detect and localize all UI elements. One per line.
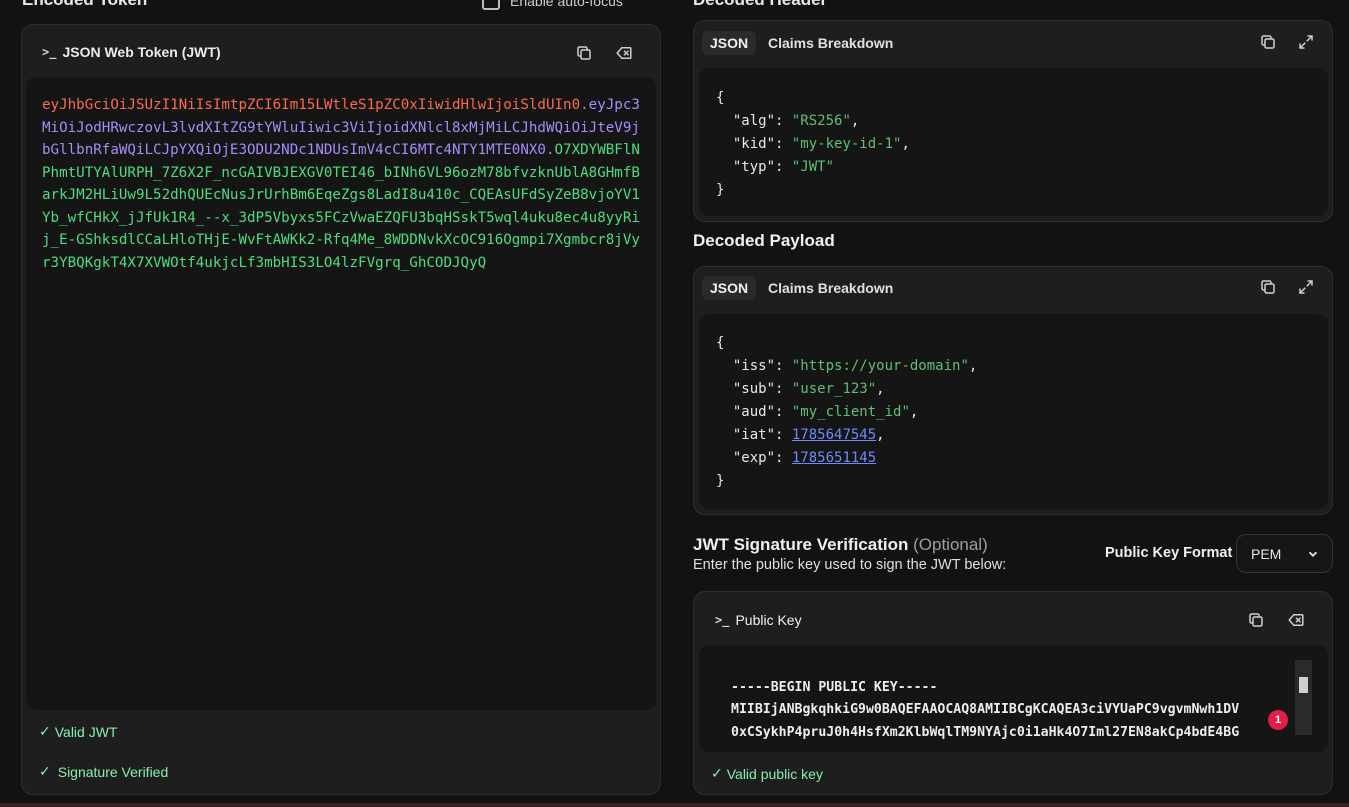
clear-token-button[interactable] — [613, 42, 635, 64]
verification-subtitle: Enter the public key used to sign the JW… — [693, 557, 1007, 573]
optional-label: (Optional) — [913, 535, 988, 554]
clear-icon — [1288, 614, 1304, 626]
copy-header-button[interactable] — [1257, 31, 1279, 53]
json-value: "JWT" — [791, 159, 835, 175]
json-key: "typ" — [732, 159, 776, 175]
json-key: "exp" — [732, 450, 776, 466]
valid-jwt-status: ✓ Valid JWT — [39, 723, 117, 740]
clear-public-key-button[interactable] — [1285, 609, 1307, 631]
pem-line-1: -----BEGIN PUBLIC KEY----- — [731, 680, 938, 695]
copy-icon — [1261, 280, 1275, 294]
signature-verified-status: ✓ Signature Verified — [39, 763, 168, 780]
decoded-payload-title: Decoded Payload — [693, 231, 835, 250]
json-value: "RS256" — [791, 113, 851, 129]
json-value: "https://your-domain" — [791, 358, 969, 374]
verification-title: JWT Signature Verification (Optional) — [693, 535, 988, 555]
pem-line-2: MIIBIjANBgkqhkiG9w0BAQEFAAOCAQ8AMIIBCgKC… — [731, 702, 1240, 717]
iat-timestamp-link[interactable]: 1785647545 — [792, 427, 876, 443]
copy-token-button[interactable] — [573, 42, 595, 64]
jwt-card-title: JSON Web Token (JWT) — [62, 44, 221, 60]
copy-payload-button[interactable] — [1257, 276, 1279, 298]
tab-json-header[interactable]: JSON — [702, 31, 757, 55]
brace: } — [716, 182, 725, 198]
brace: } — [716, 473, 725, 489]
notification-badge[interactable]: 1 — [1268, 710, 1288, 730]
json-key: "kid" — [732, 136, 776, 152]
public-key-format-select[interactable]: PEM — [1236, 534, 1333, 573]
copy-icon — [1249, 613, 1263, 627]
jwt-card-header: >_ JSON Web Token (JWT) — [42, 44, 221, 60]
auto-focus-label: Enable auto-focus — [510, 0, 623, 9]
token-text[interactable]: eyJhbGciOiJSUzI1NiIsImtpZCI6Im15LWtleS1p… — [42, 94, 640, 274]
signature-verified-label: Signature Verified — [57, 763, 169, 780]
decoded-header-title: Decoded Header — [693, 0, 827, 10]
encoded-token-title: Encoded Token — [22, 0, 147, 10]
header-json: { "alg": "RS256", "kid": "my-key-id-1", … — [716, 90, 910, 198]
expand-icon — [1299, 280, 1313, 294]
valid-jwt-label: Valid JWT — [54, 723, 118, 740]
expand-icon — [1299, 35, 1313, 49]
tab-claims-payload[interactable]: Claims Breakdown — [768, 280, 893, 296]
json-key: "iat" — [732, 427, 776, 443]
auto-focus-toggle[interactable]: Enable auto-focus — [482, 0, 623, 10]
public-key-card-title: Public Key — [735, 612, 802, 628]
scrollbar-thumb[interactable] — [1299, 677, 1308, 693]
token-separator: . — [545, 142, 555, 158]
token-signature-segment: O7XDYWBFlNPhmtUTYAlURPH_7Z6X2F_ncGAIVBJE… — [42, 142, 640, 271]
exp-timestamp-link[interactable]: 1785651145 — [792, 450, 876, 466]
json-key: "iss" — [732, 358, 776, 374]
public-key-scrollbar[interactable] — [1295, 660, 1312, 735]
check-icon: ✓ — [711, 765, 723, 781]
clear-icon — [616, 47, 632, 59]
pem-line-3: 0xCSykhP4pruJ0h4HsfXm2KlbWqlTM9NYAjc0i1a… — [731, 725, 1240, 740]
payload-json: { "iss": "https://your-domain", "sub": "… — [716, 335, 978, 489]
json-key: "alg" — [732, 113, 776, 129]
verification-title-text: JWT Signature Verification — [693, 535, 909, 554]
token-header-segment: eyJhbGciOiJSUzI1NiIsImtpZCI6Im15LWtleS1p… — [42, 97, 581, 113]
valid-public-key-status: ✓ Valid public key — [711, 765, 823, 782]
valid-public-key-label: Valid public key — [726, 765, 823, 782]
terminal-icon: >_ — [715, 613, 730, 627]
expand-header-button[interactable] — [1295, 31, 1317, 53]
terminal-icon: >_ — [42, 45, 57, 59]
copy-public-key-button[interactable] — [1245, 609, 1267, 631]
brace: { — [716, 90, 725, 106]
copy-icon — [577, 46, 591, 60]
token-separator: . — [580, 97, 589, 113]
json-value: "my-key-id-1" — [791, 136, 902, 152]
json-key: "sub" — [732, 381, 776, 397]
copy-icon — [1261, 35, 1275, 49]
checkbox-icon[interactable] — [482, 0, 500, 10]
public-key-card-header: >_ Public Key — [715, 612, 802, 628]
check-icon: ✓ — [39, 763, 51, 779]
expand-payload-button[interactable] — [1295, 276, 1317, 298]
json-value: "user_123" — [791, 381, 877, 397]
tab-json-payload[interactable]: JSON — [702, 276, 757, 300]
brace: { — [716, 335, 725, 351]
json-value: "my_client_id" — [791, 404, 910, 420]
chevron-down-icon — [1308, 551, 1318, 557]
tab-claims-header[interactable]: Claims Breakdown — [768, 35, 893, 51]
public-key-text-clip: -----BEGIN PUBLIC KEY----- MIIBIjANBgkqh… — [699, 645, 1289, 740]
public-key-format-label: Public Key Format — [1105, 545, 1233, 561]
check-icon: ✓ — [39, 723, 51, 739]
bottom-edge — [0, 803, 1349, 807]
json-key: "aud" — [732, 404, 776, 420]
format-select-value: PEM — [1251, 545, 1282, 562]
